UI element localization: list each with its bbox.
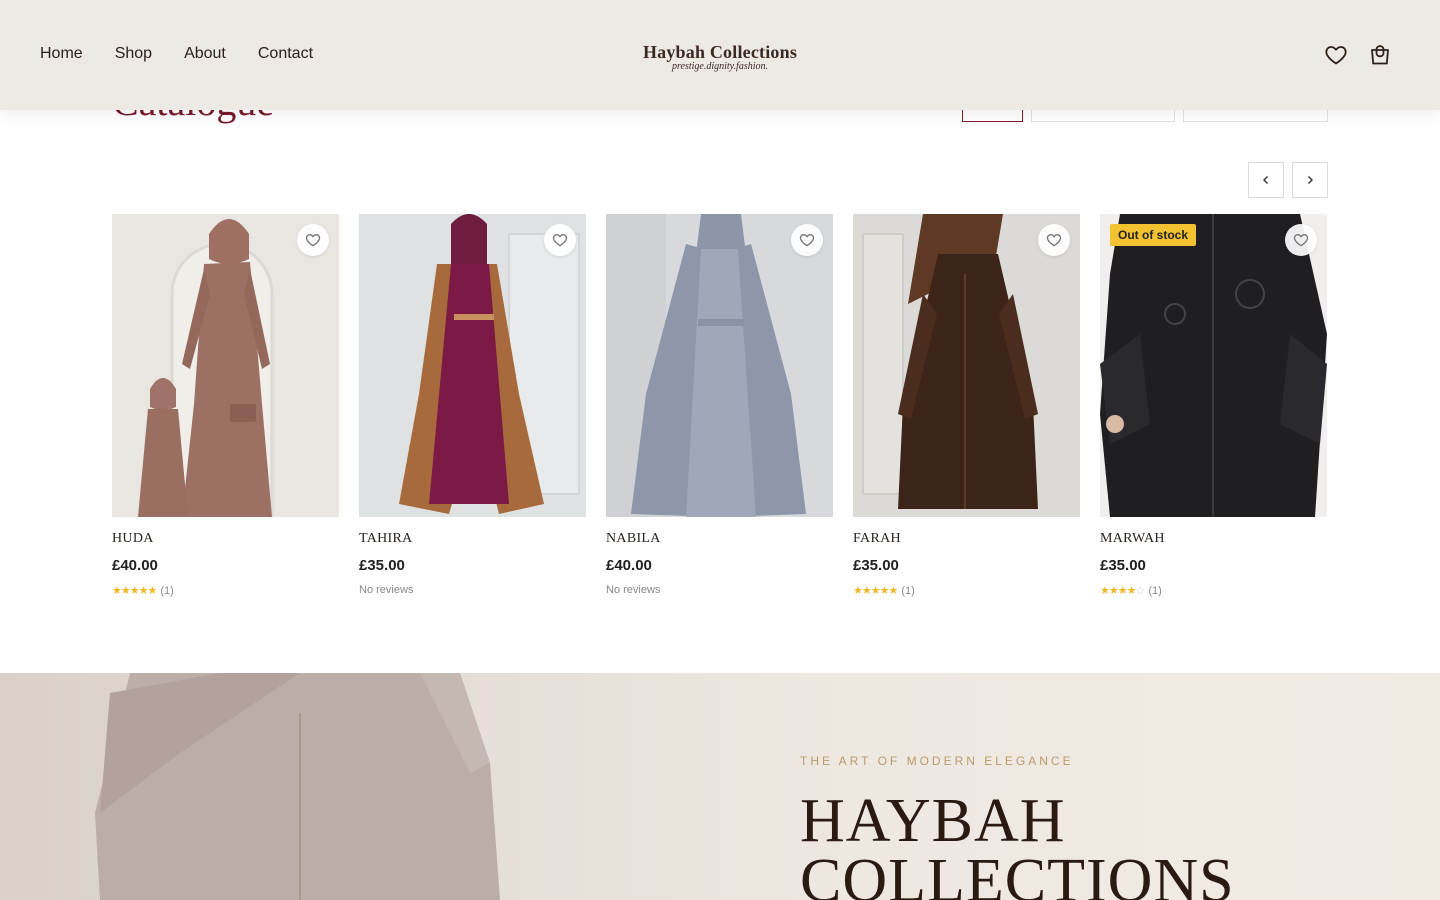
heart-icon[interactable] bbox=[1324, 43, 1348, 67]
product-image[interactable] bbox=[112, 214, 339, 517]
star-rating: ★★★★★ bbox=[853, 585, 898, 597]
chevron-left-icon bbox=[1263, 176, 1268, 184]
product-price: £35.00 bbox=[1100, 557, 1146, 574]
wishlist-button[interactable] bbox=[544, 224, 576, 256]
shopping-bag-icon[interactable] bbox=[1368, 43, 1392, 67]
product-card[interactable]: TAHIRA £35.00 No reviews bbox=[359, 214, 586, 597]
hero-banner: THE ART OF MODERN ELEGANCE HAYBAH COLLEC… bbox=[0, 673, 1440, 900]
hero-title: HAYBAH COLLECTIONS bbox=[800, 787, 1235, 900]
logo-tagline: prestige.dignity.fashion. bbox=[671, 61, 768, 72]
product-name[interactable]: NABILA bbox=[606, 531, 833, 547]
hero-kicker: THE ART OF MODERN ELEGANCE bbox=[800, 754, 1074, 768]
out-of-stock-badge: Out of stock bbox=[1110, 224, 1197, 246]
hero-title-line-2: COLLECTIONS bbox=[800, 847, 1235, 900]
product-name[interactable]: HUDA bbox=[112, 531, 339, 547]
product-name[interactable]: MARWAH bbox=[1100, 531, 1327, 547]
chevron-right-icon bbox=[1308, 176, 1313, 184]
header-icons bbox=[1324, 43, 1392, 67]
hero-title-line-1: HAYBAH bbox=[800, 787, 1066, 855]
star-rating: ★★★★☆ bbox=[1100, 585, 1145, 597]
review-count: (1) bbox=[1148, 584, 1162, 597]
review-count: No reviews bbox=[359, 584, 414, 596]
product-name[interactable]: FARAH bbox=[853, 531, 1080, 547]
product-card[interactable]: Out of stock MARWAH £35.00 ★★★★☆ (1) bbox=[1100, 214, 1327, 597]
product-image[interactable] bbox=[359, 214, 586, 517]
hero-image bbox=[95, 673, 500, 900]
product-name[interactable]: TAHIRA bbox=[359, 531, 586, 547]
product-card[interactable]: HUDA £40.00 ★★★★★ (1) bbox=[112, 214, 339, 597]
product-price: £35.00 bbox=[359, 557, 405, 574]
product-rating: ★★★★★ (1) bbox=[112, 584, 339, 598]
site-logo[interactable]: Haybah Collections prestige.dignity.fash… bbox=[0, 42, 1440, 72]
slider-nav bbox=[1248, 162, 1328, 198]
review-count: (1) bbox=[901, 584, 915, 597]
product-rating: No reviews bbox=[606, 584, 833, 596]
product-rating: ★★★★★ (1) bbox=[853, 584, 1080, 598]
product-price: £35.00 bbox=[853, 557, 899, 574]
heart-icon bbox=[1293, 233, 1309, 247]
review-count: No reviews bbox=[606, 584, 661, 596]
wishlist-button[interactable] bbox=[1285, 224, 1317, 256]
product-rating: ★★★★☆ (1) bbox=[1100, 584, 1327, 598]
logo-title: Haybah Collections bbox=[642, 42, 798, 62]
star-rating: ★★★★★ bbox=[112, 585, 157, 597]
heart-icon bbox=[552, 233, 568, 247]
heart-icon bbox=[1046, 233, 1062, 247]
review-count: (1) bbox=[160, 584, 174, 597]
wishlist-button[interactable] bbox=[791, 224, 823, 256]
slider-prev-button[interactable] bbox=[1248, 162, 1284, 198]
product-rating: No reviews bbox=[359, 584, 586, 596]
product-price: £40.00 bbox=[112, 557, 158, 574]
wishlist-button[interactable] bbox=[297, 224, 329, 256]
heart-icon bbox=[799, 233, 815, 247]
product-image[interactable]: Out of stock bbox=[1100, 214, 1327, 517]
product-carousel: HUDA £40.00 ★★★★★ (1) TAHIRA £35.00 No r… bbox=[112, 214, 1327, 597]
product-image[interactable] bbox=[606, 214, 833, 517]
product-card[interactable]: FARAH £35.00 ★★★★★ (1) bbox=[853, 214, 1080, 597]
product-image[interactable] bbox=[853, 214, 1080, 517]
site-header: Home Shop About Contact Haybah Collectio… bbox=[0, 0, 1440, 110]
product-price: £40.00 bbox=[606, 557, 652, 574]
heart-icon bbox=[305, 233, 321, 247]
slider-next-button[interactable] bbox=[1292, 162, 1328, 198]
product-card[interactable]: NABILA £40.00 No reviews bbox=[606, 214, 833, 597]
wishlist-button[interactable] bbox=[1038, 224, 1070, 256]
